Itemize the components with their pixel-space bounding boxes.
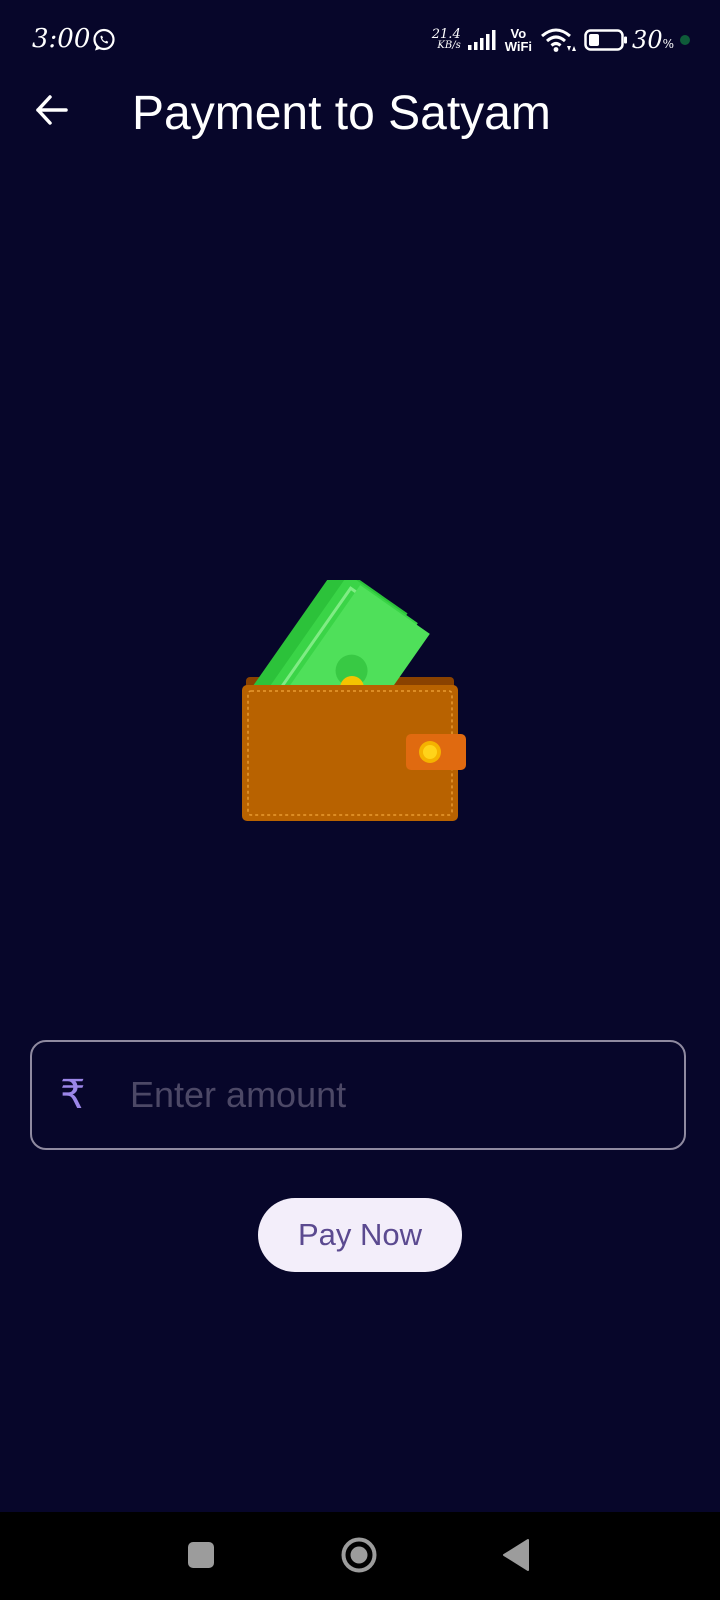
back-button[interactable] bbox=[30, 88, 74, 132]
navigation-bar bbox=[0, 1512, 720, 1600]
status-time: 3:00 bbox=[32, 24, 91, 54]
back-triangle-icon[interactable] bbox=[502, 1538, 530, 1572]
battery-percent-value: 30 bbox=[632, 26, 663, 54]
whatsapp-icon bbox=[93, 28, 115, 51]
amount-input[interactable] bbox=[128, 1073, 664, 1117]
vowifi-bottom: WiFi bbox=[504, 39, 533, 54]
network-speed-unit: KB/s bbox=[437, 40, 461, 51]
vowifi-indicator: Vo WiFi bbox=[505, 27, 532, 53]
pay-now-button[interactable]: Pay Now bbox=[258, 1198, 462, 1272]
amount-field[interactable]: ₹ bbox=[30, 1040, 686, 1150]
wallet-with-cash-icon bbox=[242, 580, 466, 821]
arrow-left-icon bbox=[36, 95, 68, 125]
battery-icon bbox=[584, 29, 628, 51]
signal-icon bbox=[467, 30, 496, 50]
recents-square-icon[interactable] bbox=[188, 1542, 214, 1568]
network-speed: 21.4 KB/s bbox=[431, 27, 461, 51]
status-indicators: 21.4 KB/s Vo WiFi 30% bbox=[432, 22, 690, 58]
status-bar: 3:00 21.4 KB/s Vo WiFi 30% bbox=[0, 0, 720, 80]
battery-percent-sign: % bbox=[662, 37, 674, 51]
rupee-icon: ₹ bbox=[60, 1072, 86, 1118]
notification-dot bbox=[680, 35, 690, 45]
wifi-icon bbox=[541, 28, 577, 52]
home-circle-icon[interactable] bbox=[340, 1536, 378, 1574]
payment-screen: 3:00 21.4 KB/s Vo WiFi 30% Payment to Sa… bbox=[0, 0, 720, 1600]
network-speed-value: 21.4 bbox=[431, 27, 461, 42]
page-title: Payment to Satyam bbox=[132, 87, 551, 140]
battery-percent: 30% bbox=[632, 26, 674, 54]
